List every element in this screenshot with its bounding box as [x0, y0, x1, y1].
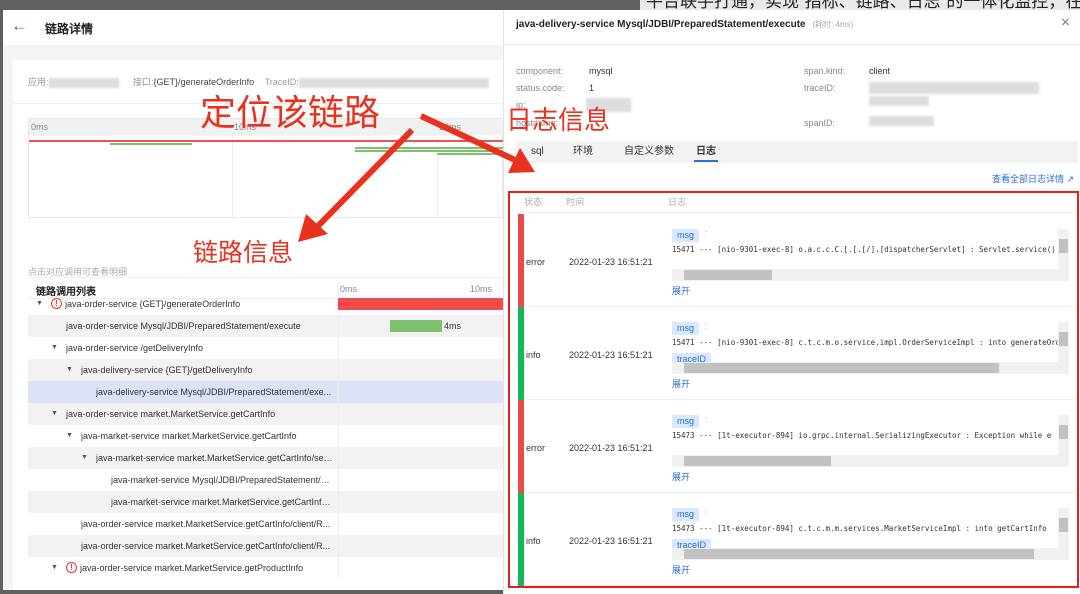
annotation-trace-info: 链路信息 [193, 239, 294, 267]
arrow-to-trace-info [315, 127, 415, 229]
annotation-log-info: 日志信息 [506, 105, 611, 135]
arrow-to-log-info [419, 113, 517, 163]
annotation-arrows [298, 113, 535, 242]
annotation-locate-trace: 定位该链路 [200, 92, 381, 133]
